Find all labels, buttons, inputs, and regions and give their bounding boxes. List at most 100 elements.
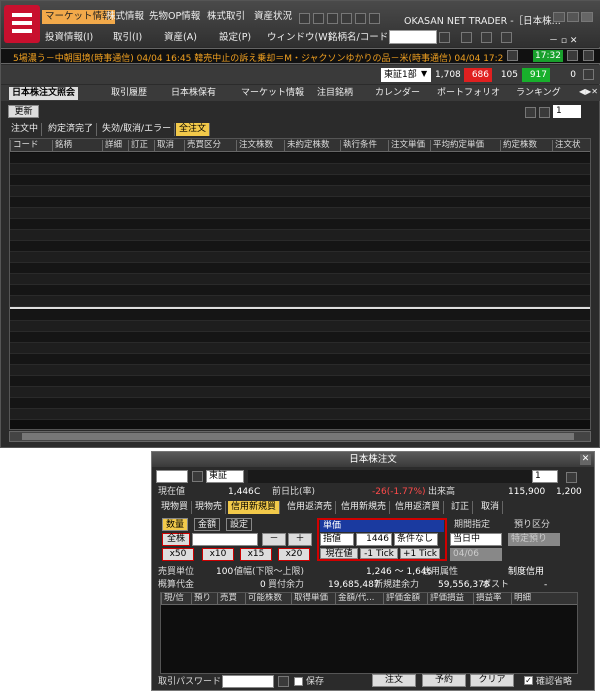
tab-portfolio[interactable]: ポートフォリオ	[437, 87, 500, 100]
tab-modify[interactable]: 訂正	[448, 501, 474, 514]
col-price[interactable]: 注文単価	[388, 140, 430, 151]
tool-icon[interactable]	[299, 13, 310, 24]
tab-margin-close-buy[interactable]: 信用返済買	[392, 501, 445, 514]
plus-button[interactable]: ＋	[288, 533, 312, 546]
deposit-select[interactable]: 特定預り	[508, 533, 560, 546]
tab-holdings[interactable]: 日本株保有	[171, 87, 216, 100]
minimize-button[interactable]	[553, 12, 565, 22]
quantity-input[interactable]	[192, 533, 258, 546]
current-price-button[interactable]: 現在値	[320, 548, 358, 559]
table-row[interactable]	[10, 186, 590, 197]
tab-margin-buy[interactable]: 信用新規買	[228, 501, 281, 514]
col-type[interactable]: 現/信	[161, 593, 191, 604]
col-status[interactable]: 注文状	[552, 140, 590, 151]
col-amount[interactable]: 金額/代...	[335, 593, 383, 604]
window-controls[interactable]: － ▫ ✕	[549, 33, 577, 46]
all-shares-button[interactable]: 全株	[162, 533, 190, 546]
tool-icon[interactable]	[461, 32, 472, 43]
filter-expired[interactable]: 失効/取消/エラー	[99, 123, 176, 136]
col-detail[interactable]: 明細	[511, 593, 541, 604]
maximize-button[interactable]	[567, 12, 579, 22]
filter-all[interactable]: 全注文	[176, 123, 211, 136]
ticker-close-icon[interactable]	[507, 50, 518, 61]
ticker-text[interactable]: 5場濃う－中朝国境(時事通信) 04/04 16:45 韓売中止の訴え乗却＝M・…	[13, 51, 503, 64]
menu-assets[interactable]: 資産状況	[254, 10, 292, 24]
settings-tab[interactable]: 設定	[226, 518, 253, 531]
tab-history[interactable]: 取引履歴	[111, 87, 147, 100]
col-available[interactable]: 可能株数	[245, 593, 291, 604]
col-detail[interactable]: 詳細	[102, 140, 128, 151]
save-checkbox[interactable]	[294, 677, 303, 686]
close-icon[interactable]	[583, 50, 594, 61]
confirm-skip-checkbox[interactable]: ✓	[524, 676, 533, 685]
tool-icon[interactable]	[355, 13, 366, 24]
tab-margin-close-sell[interactable]: 信用返済売	[284, 501, 337, 514]
col-name[interactable]: 銘柄	[52, 140, 102, 151]
table-row[interactable]	[10, 219, 590, 230]
code-field[interactable]	[156, 470, 188, 483]
date-select[interactable]: 04/06	[450, 548, 502, 561]
menu-window[interactable]: ウィンドウ(W)	[267, 31, 331, 45]
col-value[interactable]: 評価金額	[383, 593, 427, 604]
search-icon[interactable]	[192, 471, 203, 482]
horizontal-scrollbar[interactable]	[9, 431, 591, 442]
code-input[interactable]	[389, 30, 437, 44]
chevron-down-icon[interactable]: ▼	[421, 69, 427, 78]
table-row[interactable]	[10, 197, 590, 208]
col-pl-rate[interactable]: 損益率	[473, 593, 511, 604]
page-select[interactable]: 1	[553, 105, 581, 118]
table-row[interactable]	[10, 230, 590, 241]
scroll-thumb[interactable]	[22, 433, 574, 440]
settings-icon[interactable]	[566, 472, 577, 483]
mult-20-button[interactable]: x20	[278, 548, 310, 561]
refresh-button[interactable]: 更新	[8, 105, 39, 118]
table-row[interactable]	[10, 274, 590, 285]
table-row[interactable]	[10, 241, 590, 252]
tab-ranking[interactable]: ランキング	[516, 87, 561, 100]
table-row[interactable]	[10, 387, 590, 398]
col-code[interactable]: コード	[10, 140, 52, 151]
table-row[interactable]	[10, 321, 590, 332]
col-exec[interactable]: 執行条件	[340, 140, 388, 151]
tool-icon[interactable]	[341, 13, 352, 24]
tab-jp-orders[interactable]: 日本株注文照会	[9, 87, 79, 100]
col-side[interactable]: 売買	[217, 593, 245, 604]
table-row[interactable]	[10, 354, 590, 365]
table-row[interactable]	[10, 263, 590, 274]
filter-open[interactable]: 注文中	[8, 123, 43, 136]
plus-tick-button[interactable]: +1 Tick	[400, 548, 440, 559]
tab-margin-sell[interactable]: 信用新規売	[338, 501, 391, 514]
clear-button[interactable]: クリア	[470, 674, 514, 687]
table-row[interactable]	[10, 365, 590, 376]
close-icon[interactable]	[583, 69, 594, 80]
export-icon[interactable]	[525, 107, 536, 118]
tab-cash-sell[interactable]: 現物売	[192, 501, 227, 514]
table-row[interactable]	[10, 310, 590, 321]
table-row[interactable]	[10, 285, 590, 296]
table-row[interactable]	[10, 332, 590, 343]
table-row[interactable]	[10, 175, 590, 186]
tab-watchlist[interactable]: 注目銘柄	[317, 87, 353, 100]
tab-cash-buy[interactable]: 現物買	[158, 501, 193, 514]
keyboard-icon[interactable]	[278, 676, 289, 687]
mult-10-button[interactable]: x10	[202, 548, 234, 561]
tool-icon[interactable]	[313, 13, 324, 24]
tab-scroll-arrows[interactable]: ◀▶✕	[579, 87, 598, 96]
menu-assets-2[interactable]: 資産(A)	[164, 31, 197, 45]
list-icon[interactable]	[539, 107, 550, 118]
col-filled[interactable]: 約定株数	[500, 140, 552, 151]
tool-icon[interactable]	[481, 32, 492, 43]
col-avg[interactable]: 平均約定単価	[430, 140, 500, 151]
col-side[interactable]: 売買区分	[184, 140, 236, 151]
table-row[interactable]	[10, 343, 590, 354]
minus-button[interactable]: －	[262, 533, 286, 546]
tab-market[interactable]: マーケット情報	[241, 87, 304, 100]
tool-icon[interactable]	[327, 13, 338, 24]
col-qty[interactable]: 注文株数	[236, 140, 284, 151]
menu-market-info[interactable]: マーケット情報	[42, 10, 115, 24]
table-row[interactable]	[10, 153, 590, 164]
minus-tick-button[interactable]: -1 Tick	[360, 548, 398, 559]
qty-mode-tab[interactable]: 数量	[162, 518, 189, 531]
amount-mode-tab[interactable]: 金額	[194, 518, 221, 531]
col-modify[interactable]: 訂正	[128, 140, 154, 151]
